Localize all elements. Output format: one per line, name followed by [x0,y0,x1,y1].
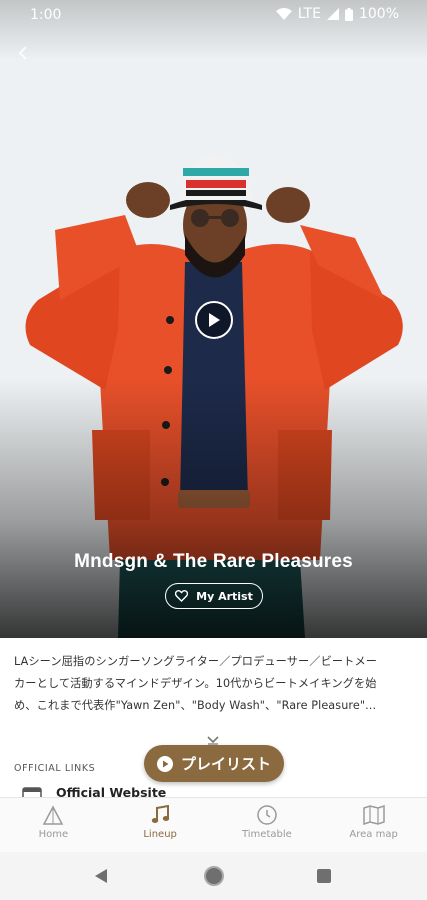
system-navigation-bar [0,852,427,900]
play-icon [209,313,220,327]
nav-label-area-map: Area map [349,829,398,840]
music-note-icon [151,805,170,823]
status-indicators: LTE 100% [275,6,399,22]
nav-label-lineup: Lineup [143,829,177,840]
network-type: LTE [297,6,321,22]
map-icon [362,805,385,825]
battery-level: 100% [358,6,399,22]
my-artist-button[interactable]: My Artist [165,583,263,609]
description-line: め、これまで代表作"Yawn Zen"、"Body Wash"、"Rare Pl… [14,699,377,712]
signal-icon [326,8,339,20]
system-home-icon[interactable] [204,866,224,886]
clock-icon [257,805,277,825]
status-time: 1:00 [30,7,62,23]
description-line: LAシーン屈指のシンガーソングライター／プロデューサー／ビートメー [14,655,378,668]
back-button[interactable] [10,40,36,66]
bottom-navigation: Home Lineup Timetable Area map [0,797,427,852]
play-circle-icon [156,755,173,772]
nav-item-area-map[interactable]: Area map [320,798,427,852]
play-video-button[interactable] [195,301,233,339]
artist-description: LAシーン屈指のシンガーソングライター／プロデューサー／ビートメー カーとして活… [14,651,414,717]
artist-name: Mndsgn & The Rare Pleasures [74,551,353,572]
official-links-heading: OFFICIAL LINKS [14,763,96,774]
battery-icon [344,7,353,21]
heart-icon [175,590,189,602]
playlist-label: プレイリスト [180,755,271,773]
nav-label-home: Home [38,829,69,840]
chevron-left-icon [18,46,27,60]
nav-label-timetable: Timetable [241,829,292,840]
nav-item-timetable[interactable]: Timetable [214,798,321,852]
status-bar: 1:00 LTE 100% [0,0,427,32]
system-recents-icon[interactable] [317,869,331,883]
system-back-icon[interactable] [94,868,108,884]
my-artist-label: My Artist [196,589,253,603]
wifi-icon [275,8,292,20]
playlist-button[interactable]: プレイリスト [144,745,284,782]
nav-item-lineup[interactable]: Lineup [107,798,214,852]
nav-item-home[interactable]: Home [0,798,107,852]
home-icon [43,805,64,825]
description-line: カーとして活動するマインドデザイン。10代からビートメイキングを始 [14,677,377,690]
chevron-down-icon [207,736,219,745]
